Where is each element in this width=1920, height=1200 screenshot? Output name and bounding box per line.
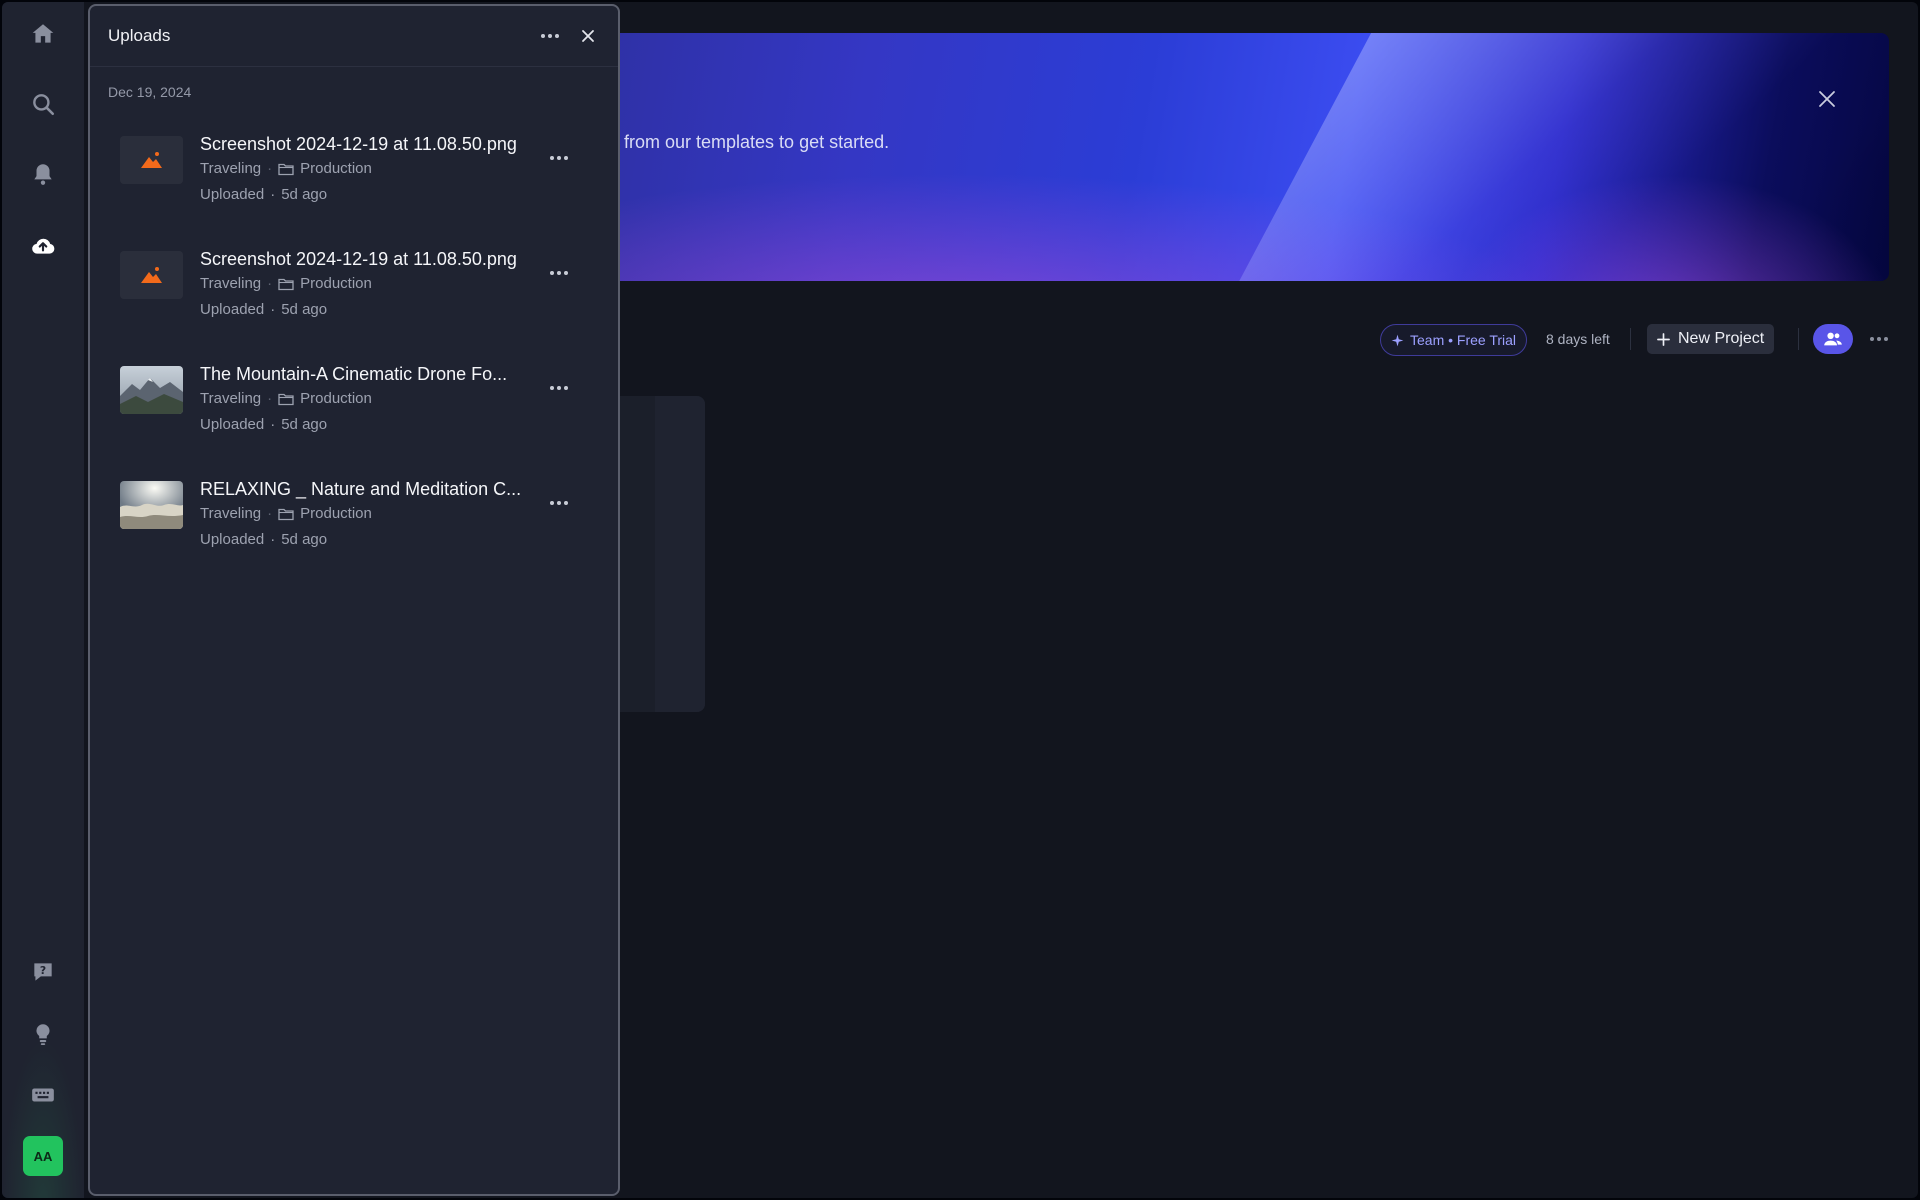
upload-title: Screenshot 2024-12-19 at 11.08.50.png xyxy=(200,134,517,154)
folder-icon xyxy=(278,393,294,405)
upload-status: Uploaded · 5d ago xyxy=(200,301,327,318)
folder-icon xyxy=(278,508,294,520)
home-icon[interactable] xyxy=(23,14,63,54)
upload-project[interactable]: Traveling xyxy=(200,390,261,407)
avatar[interactable]: AA xyxy=(23,1136,63,1176)
more-horizontal-icon xyxy=(550,271,568,275)
welcome-banner: from our templates to get started. xyxy=(522,33,1889,281)
upload-title: Screenshot 2024-12-19 at 11.08.50.png xyxy=(200,249,517,269)
more-horizontal-icon xyxy=(550,501,568,505)
keyboard-icon[interactable] xyxy=(23,1075,63,1115)
app-window: ? AA from our templates to get started. … xyxy=(2,2,1918,1198)
upload-age: 5d ago xyxy=(281,531,328,548)
sparkle-icon xyxy=(1391,334,1404,346)
people-icon xyxy=(1824,332,1842,346)
new-project-button[interactable]: New Project xyxy=(1647,324,1775,354)
upload-item[interactable]: RELAXING _ Nature and Meditation C... Tr… xyxy=(120,471,590,571)
upload-project[interactable]: Traveling xyxy=(200,275,261,292)
upload-more-button[interactable] xyxy=(544,374,574,402)
upload-meta: Traveling · Production xyxy=(200,275,372,292)
upload-age: 5d ago xyxy=(281,416,328,433)
lightbulb-icon[interactable] xyxy=(23,1014,63,1054)
upload-status: Uploaded · 5d ago xyxy=(200,531,327,548)
panel-close-button[interactable] xyxy=(574,22,602,50)
upload-age: 5d ago xyxy=(281,301,328,318)
date-group-label: Dec 19, 2024 xyxy=(108,84,192,100)
question-icon[interactable]: ? xyxy=(23,952,63,992)
bell-icon[interactable] xyxy=(23,154,63,194)
upload-item[interactable]: Screenshot 2024-12-19 at 11.08.50.png Tr… xyxy=(120,241,590,341)
upload-more-button[interactable] xyxy=(544,259,574,287)
upload-project[interactable]: Traveling xyxy=(200,160,261,177)
more-horizontal-icon xyxy=(550,386,568,390)
upload-title: RELAXING _ Nature and Meditation C... xyxy=(200,479,522,499)
trial-days-left: 8 days left xyxy=(1546,331,1610,347)
separator-dot: · xyxy=(270,186,276,203)
upload-project[interactable]: Traveling xyxy=(200,505,261,522)
panel-header: Uploads xyxy=(90,6,618,67)
folder-icon xyxy=(278,278,294,290)
upload-folder[interactable]: Production xyxy=(300,275,372,292)
image-placeholder-icon xyxy=(120,251,183,299)
card-shade xyxy=(655,396,705,712)
upload-status-label: Uploaded xyxy=(200,186,265,203)
upload-item[interactable]: Screenshot 2024-12-19 at 11.08.50.png Tr… xyxy=(120,126,590,226)
panel-title: Uploads xyxy=(108,26,171,45)
separator-dot: · xyxy=(270,531,276,548)
upload-status: Uploaded · 5d ago xyxy=(200,416,327,433)
more-options-button[interactable] xyxy=(1864,324,1894,354)
plus-icon xyxy=(1657,332,1670,346)
upload-meta: Traveling · Production xyxy=(200,505,372,522)
panel-more-button[interactable] xyxy=(536,22,564,50)
plan-badge[interactable]: Team • Free Trial xyxy=(1380,324,1528,356)
separator-dot: · xyxy=(267,390,273,407)
upload-folder[interactable]: Production xyxy=(300,390,372,407)
folder-icon xyxy=(278,163,294,175)
upload-status-label: Uploaded xyxy=(200,301,265,318)
toolbar-divider xyxy=(1798,328,1799,350)
separator-dot: · xyxy=(270,301,276,318)
toolbar-divider xyxy=(1630,328,1631,350)
upload-age: 5d ago xyxy=(281,186,328,203)
upload-status: Uploaded · 5d ago xyxy=(200,186,327,203)
upload-meta: Traveling · Production xyxy=(200,160,372,177)
separator-dot: · xyxy=(267,505,273,522)
search-icon[interactable] xyxy=(23,84,63,124)
upload-more-button[interactable] xyxy=(544,489,574,517)
left-rail: ? AA xyxy=(2,2,84,1198)
upload-status-label: Uploaded xyxy=(200,416,265,433)
banner-close-button[interactable] xyxy=(1813,85,1841,113)
close-icon xyxy=(1819,91,1835,107)
upload-status-label: Uploaded xyxy=(200,531,265,548)
banner-streak xyxy=(1211,33,1889,281)
separator-dot: · xyxy=(267,160,273,177)
uploads-panel: Uploads Dec 19, 2024 Screenshot 2024-12-… xyxy=(88,4,620,1196)
mountain-thumbnail xyxy=(120,366,183,414)
upload-more-button[interactable] xyxy=(544,144,574,172)
team-members-button[interactable] xyxy=(1813,324,1853,354)
svg-text:?: ? xyxy=(40,964,46,977)
upload-folder[interactable]: Production xyxy=(300,505,372,522)
upload-meta: Traveling · Production xyxy=(200,390,372,407)
more-horizontal-icon xyxy=(541,34,559,38)
close-icon xyxy=(582,30,594,42)
new-project-label: New Project xyxy=(1678,330,1765,347)
clouds-thumbnail xyxy=(120,481,183,529)
upload-folder[interactable]: Production xyxy=(300,160,372,177)
separator-dot: · xyxy=(270,416,276,433)
more-horizontal-icon xyxy=(550,156,568,160)
more-horizontal-icon xyxy=(1870,337,1888,341)
plan-label: Team • Free Trial xyxy=(1410,332,1517,348)
banner-text: from our templates to get started. xyxy=(624,132,890,152)
separator-dot: · xyxy=(267,275,273,292)
cloud-upload-icon[interactable] xyxy=(23,226,63,266)
upload-item[interactable]: The Mountain-A Cinematic Drone Fo... Tra… xyxy=(120,356,590,456)
image-placeholder-icon xyxy=(120,136,183,184)
upload-title: The Mountain-A Cinematic Drone Fo... xyxy=(200,364,508,384)
